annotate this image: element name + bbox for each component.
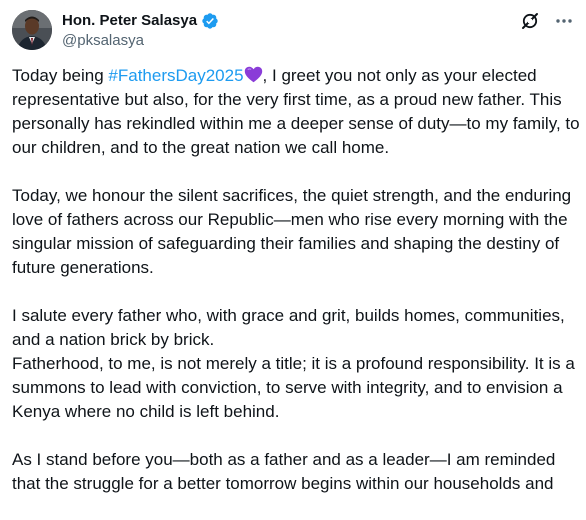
display-name-row: Hon. Peter Salasya <box>62 11 219 31</box>
grok-icon[interactable] <box>520 11 540 31</box>
tweet-text: Today being #FathersDay2025, I greet you… <box>12 64 582 520</box>
paragraph-1-intro: Today being <box>12 66 109 85</box>
tweet-paragraph-3a: I salute every father who, with grace an… <box>12 306 565 349</box>
purple-heart-emoji-icon <box>244 66 263 83</box>
profile-photo-icon <box>12 10 52 50</box>
tweet-paragraph-3b: Fatherhood, to me, is not merely a title… <box>12 354 575 421</box>
tweet-paragraph-2: Today, we honour the silent sacrifices, … <box>12 186 572 277</box>
tweet-paragraph-1: Today being #FathersDay2025, I greet you… <box>12 64 582 160</box>
more-options-icon[interactable] <box>554 11 574 31</box>
avatar[interactable] <box>12 10 52 50</box>
display-name[interactable]: Hon. Peter Salasya <box>62 11 197 31</box>
tweet-paragraph-4: As I stand before you—both as a father a… <box>12 450 556 493</box>
header-actions <box>520 10 574 31</box>
tweet-header: Hon. Peter Salasya @pksalasya <box>12 10 574 54</box>
verified-badge-icon[interactable] <box>201 12 219 30</box>
hashtag-link[interactable]: #FathersDay2025 <box>108 66 243 85</box>
author-handle[interactable]: @pksalasya <box>62 31 219 51</box>
author-block: Hon. Peter Salasya @pksalasya <box>62 11 219 51</box>
